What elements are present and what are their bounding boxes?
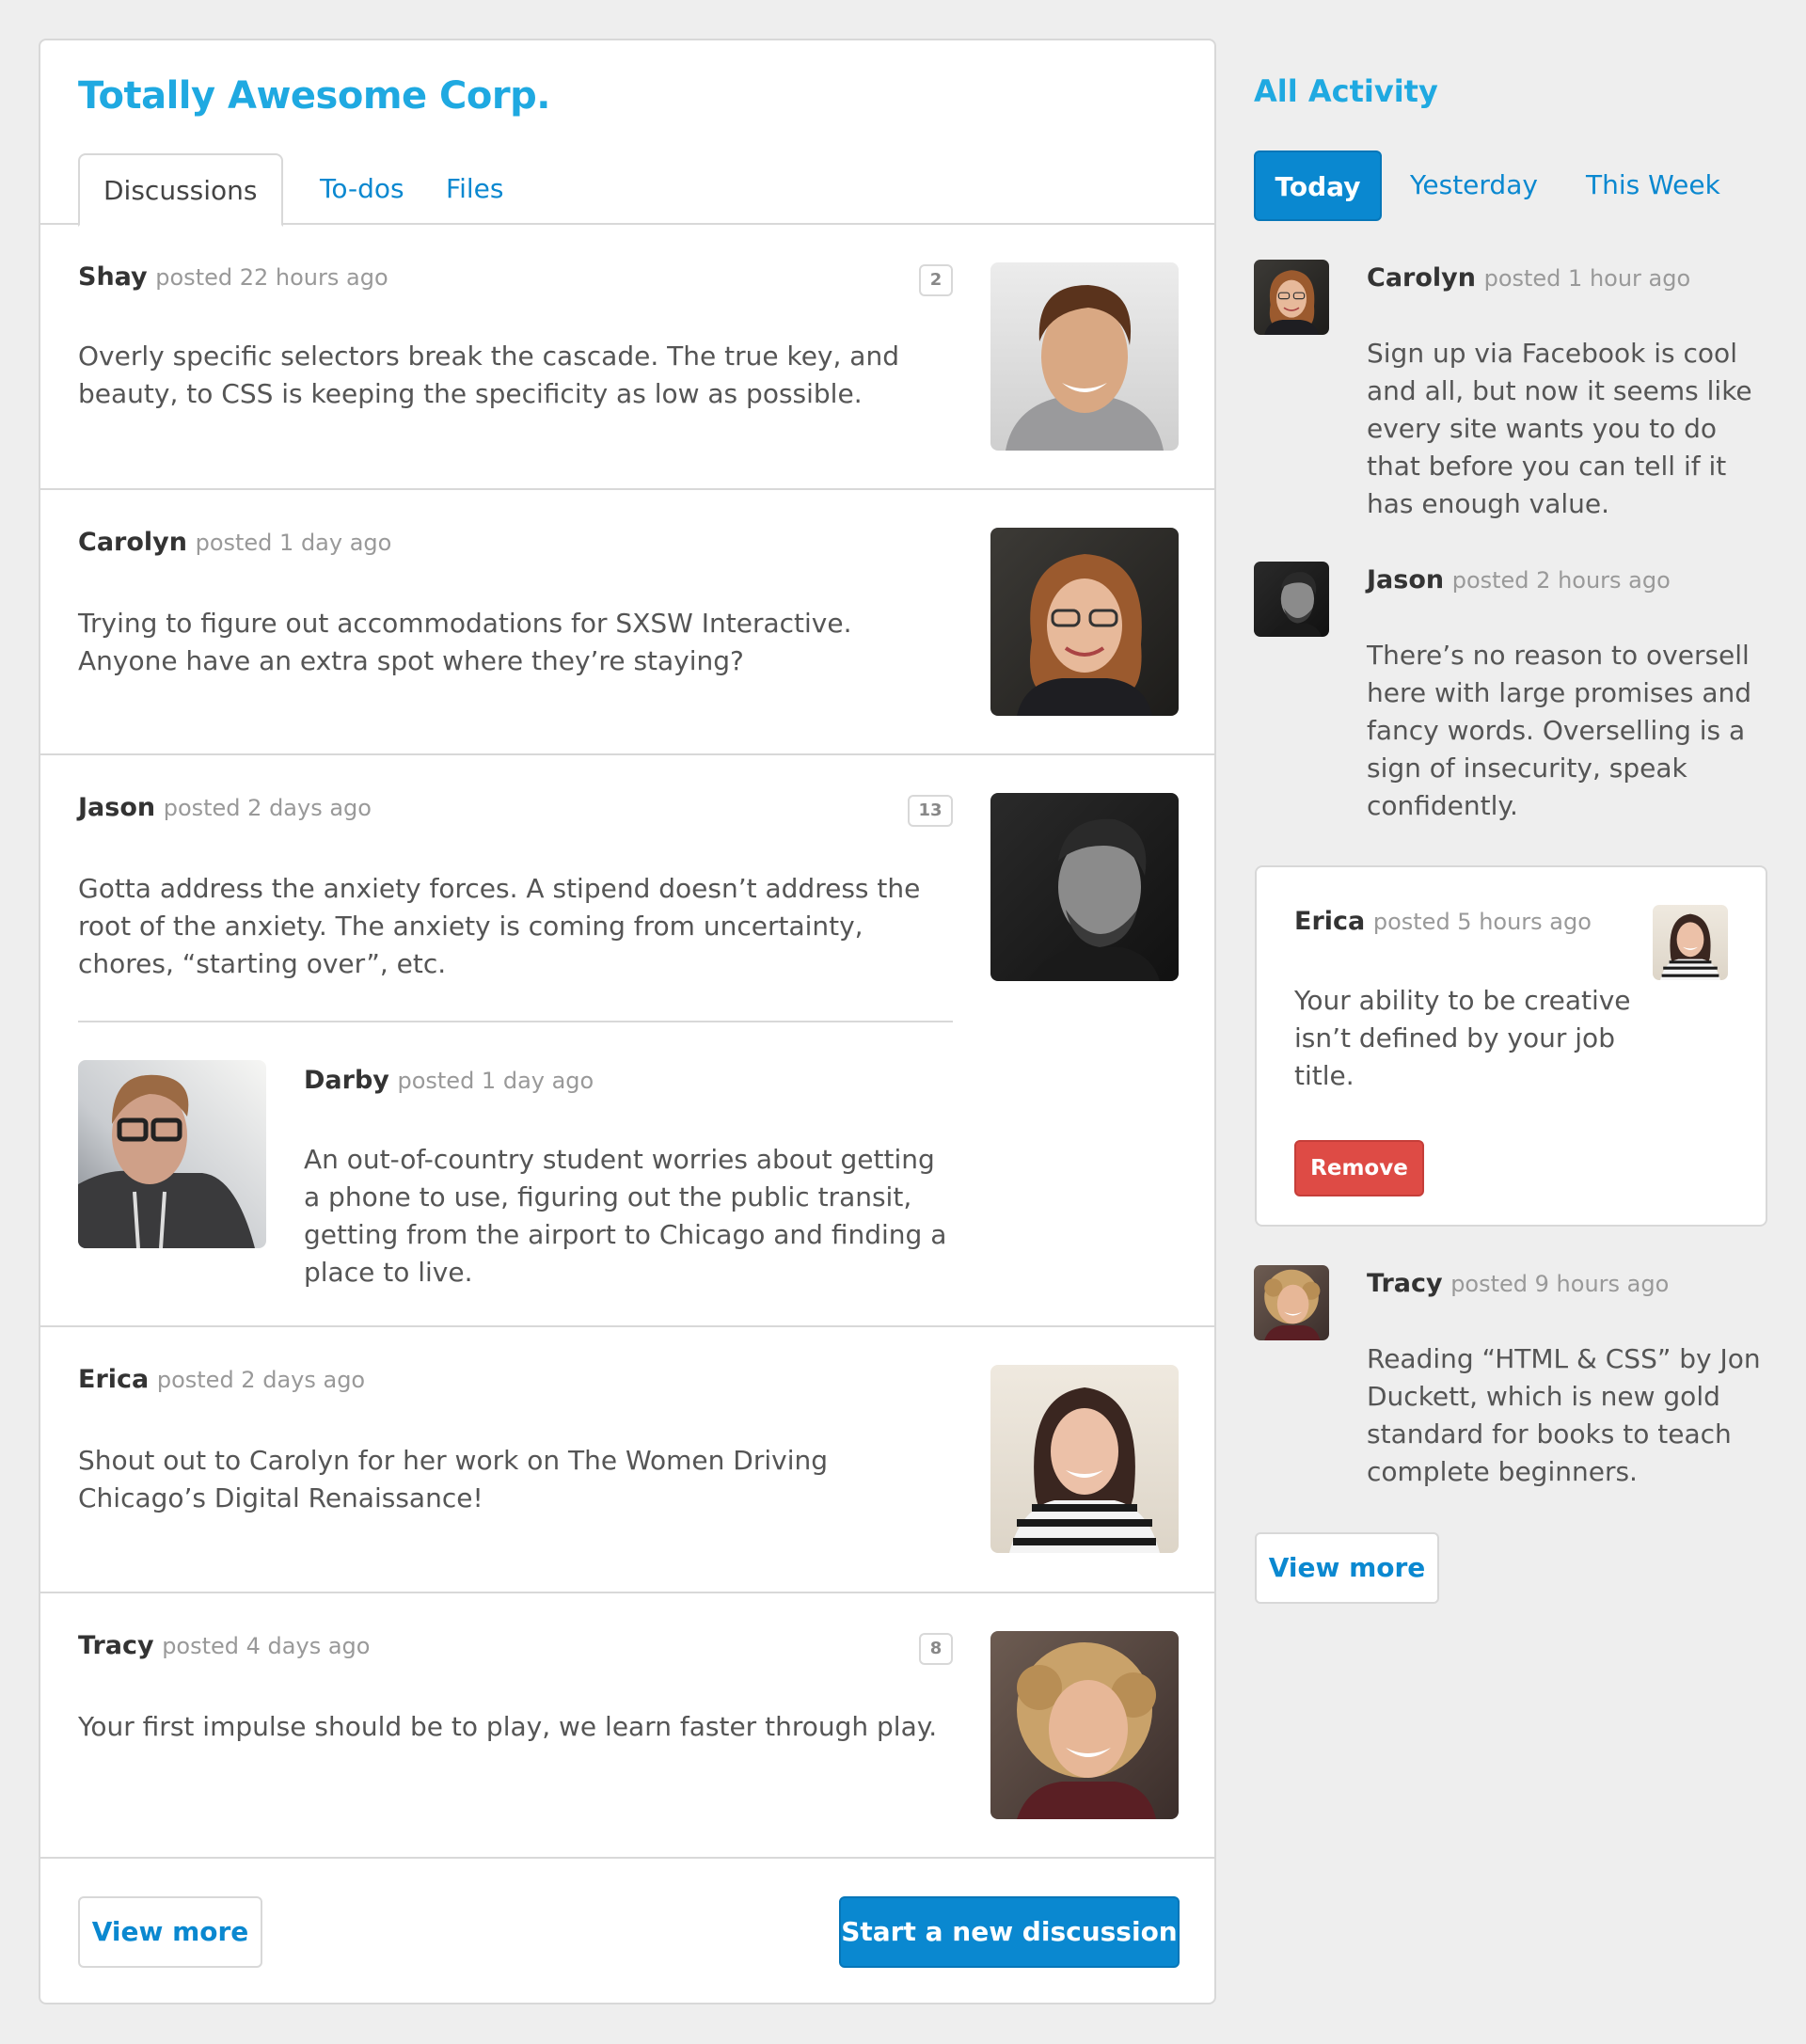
start-discussion-button[interactable]: Start a new discussion <box>839 1896 1180 1968</box>
reply-time: posted 1 day ago <box>397 1068 594 1094</box>
reply-meta: Darby posted 1 day ago <box>304 1066 594 1095</box>
post-time: posted 22 hours ago <box>155 264 388 291</box>
post-body: Trying to figure out accommodations for … <box>78 608 852 676</box>
activity-body: Reading “HTML & CSS” by Jon Duckett, whi… <box>1367 1343 1761 1487</box>
activity-item-selected: Erica posted 5 hours ago Your ability to… <box>1255 865 1767 1227</box>
post-author[interactable]: Tracy <box>78 1631 154 1660</box>
activity-body: Sign up via Facebook is cool and all, bu… <box>1367 338 1752 519</box>
view-more-button[interactable]: View more <box>78 1896 262 1968</box>
avatar-erica[interactable] <box>1653 905 1728 980</box>
avatar-darby[interactable] <box>78 1060 266 1248</box>
filter-this-week[interactable]: This Week <box>1586 151 1720 221</box>
comment-count-badge[interactable]: 8 <box>919 1633 953 1665</box>
discussion-row[interactable]: Shay posted 22 hours ago 2 Overly specif… <box>40 225 1214 490</box>
post-meta: Jason posted 2 days ago <box>78 793 372 822</box>
post-time: posted 2 days ago <box>156 1367 366 1393</box>
activity-meta: Carolyn posted 1 hour ago <box>1367 263 1690 293</box>
avatar-tracy[interactable] <box>990 1631 1179 1819</box>
post-body: Overly specific selectors break the casc… <box>78 341 899 409</box>
avatar-jason[interactable] <box>1254 562 1329 637</box>
post-meta: Erica posted 2 days ago <box>78 1365 365 1394</box>
post-meta: Carolyn posted 1 day ago <box>78 528 391 557</box>
post-body: Gotta address the anxiety forces. A stip… <box>78 873 921 979</box>
avatar-erica[interactable] <box>990 1365 1179 1553</box>
post-author[interactable]: Erica <box>78 1365 149 1394</box>
discussion-row[interactable]: Carolyn posted 1 day ago Trying to figur… <box>40 490 1214 755</box>
avatar-jason[interactable] <box>990 793 1179 981</box>
avatar-carolyn[interactable] <box>990 528 1179 716</box>
post-time: posted 2 days ago <box>163 795 372 821</box>
activity-time: posted 1 hour ago <box>1483 265 1691 292</box>
activity-item: Carolyn posted 1 hour ago Sign up via Fa… <box>1254 260 1781 532</box>
activity-time: posted 5 hours ago <box>1372 909 1592 935</box>
reply-divider <box>78 1021 953 1022</box>
discussions-panel: Totally Awesome Corp. Discussions To-dos… <box>39 39 1216 2004</box>
post-time: posted 1 day ago <box>195 530 392 556</box>
tab-to-dos[interactable]: To-dos <box>296 153 428 227</box>
activity-meta: Jason posted 2 hours ago <box>1367 565 1671 594</box>
activity-title: All Activity <box>1254 73 1438 109</box>
page-title: Totally Awesome Corp. <box>78 74 550 118</box>
post-author[interactable]: Carolyn <box>78 528 187 557</box>
post-body: Shout out to Carolyn for her work on The… <box>78 1445 829 1513</box>
reply-body: An out-of-country student worries about … <box>304 1144 947 1288</box>
reply-author[interactable]: Darby <box>304 1066 389 1095</box>
discussion-row[interactable]: Jason posted 2 days ago 13 Gotta address… <box>40 755 1214 1327</box>
post-time: posted 4 days ago <box>162 1633 371 1659</box>
activity-item: Tracy posted 9 hours ago Reading “HTML &… <box>1254 1265 1781 1510</box>
comment-count-badge[interactable]: 13 <box>908 795 953 827</box>
filter-yesterday[interactable]: Yesterday <box>1410 151 1538 221</box>
activity-view-more-button[interactable]: View more <box>1255 1532 1439 1604</box>
filter-today[interactable]: Today <box>1254 151 1382 221</box>
comment-count-badge[interactable]: 2 <box>919 264 953 296</box>
discussion-row[interactable]: Tracy posted 4 days ago 8 Your first imp… <box>40 1593 1214 1859</box>
activity-meta: Tracy posted 9 hours ago <box>1367 1269 1669 1298</box>
avatar-shay[interactable] <box>990 262 1179 451</box>
avatar-carolyn[interactable] <box>1254 260 1329 335</box>
activity-body: There’s no reason to oversell here with … <box>1367 640 1751 821</box>
post-body: Your first impulse should be to play, we… <box>78 1711 938 1742</box>
post-author[interactable]: Shay <box>78 262 148 292</box>
tab-files[interactable]: Files <box>422 153 527 227</box>
post-meta: Tracy posted 4 days ago <box>78 1631 370 1660</box>
activity-meta: Erica posted 5 hours ago <box>1294 907 1592 936</box>
tab-bar: Discussions To-dos Files <box>40 153 1214 227</box>
activity-author[interactable]: Jason <box>1367 565 1444 594</box>
remove-button[interactable]: Remove <box>1294 1140 1424 1196</box>
activity-body: Your ability to be creative isn’t define… <box>1294 985 1631 1091</box>
tab-discussions[interactable]: Discussions <box>78 153 283 227</box>
activity-item: Jason posted 2 hours ago There’s no reas… <box>1254 562 1781 834</box>
activity-author[interactable]: Erica <box>1294 907 1365 936</box>
post-author[interactable]: Jason <box>78 793 155 822</box>
activity-author[interactable]: Tracy <box>1367 1269 1443 1298</box>
activity-time: posted 2 hours ago <box>1451 567 1671 594</box>
discussion-row[interactable]: Erica posted 2 days ago Shout out to Car… <box>40 1327 1214 1593</box>
activity-sidebar: All Activity Today Yesterday This Week C… <box>1254 0 1781 2044</box>
avatar-tracy[interactable] <box>1254 1265 1329 1340</box>
post-meta: Shay posted 22 hours ago <box>78 262 388 292</box>
activity-time: posted 9 hours ago <box>1450 1271 1670 1297</box>
activity-author[interactable]: Carolyn <box>1367 263 1476 293</box>
